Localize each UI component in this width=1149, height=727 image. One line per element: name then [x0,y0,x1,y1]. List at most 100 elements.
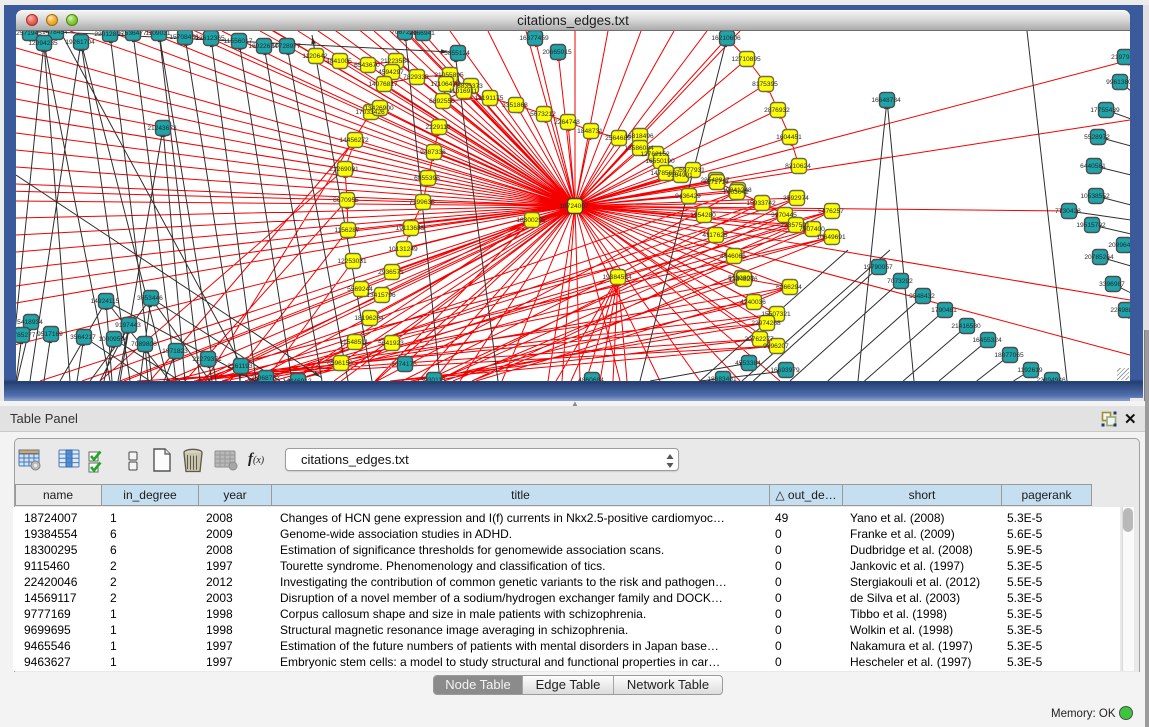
svg-text:5418934: 5418934 [17,319,43,326]
svg-text:3351868: 3351868 [502,102,528,109]
svg-text:6596150: 6596150 [327,360,353,367]
svg-text:18196204: 18196204 [354,315,384,322]
svg-text:8210624: 8210624 [785,163,811,170]
svg-text:7003042: 7003042 [723,189,749,196]
svg-text:22279371: 22279371 [192,356,222,363]
svg-text:4117625: 4117625 [702,232,728,239]
svg-text:13612365: 13612365 [195,35,225,42]
svg-text:1954280: 1954280 [690,212,716,219]
svg-text:6855396: 6855396 [414,175,440,182]
svg-text:5855124: 5855124 [444,50,470,57]
svg-text:9197443: 9197443 [115,322,141,329]
svg-text:20665015: 20665015 [542,49,572,56]
svg-text:2571945: 2571945 [16,31,42,37]
svg-text:10728977: 10728977 [271,43,301,50]
svg-text:8670955: 8670955 [333,197,359,204]
svg-text:4946066: 4946066 [720,253,746,260]
svg-text:15507321: 15507321 [761,311,791,318]
svg-text:3592974: 3592974 [783,195,809,202]
svg-text:9487336: 9487336 [420,149,446,156]
svg-text:3653446: 3653446 [137,295,163,302]
svg-text:9478454: 9478454 [42,31,68,36]
svg-text:9517169: 9517169 [37,331,63,338]
svg-text:12762152: 12762152 [640,151,670,158]
svg-text:1120642: 1120642 [302,53,328,60]
svg-text:22894946: 22894946 [1036,377,1066,381]
svg-text:8175395: 8175395 [752,81,778,88]
svg-text:7829332: 7829332 [403,74,429,81]
svg-text:19515702: 19515702 [1076,222,1106,229]
svg-text:11785277: 11785277 [16,332,36,339]
svg-text:19384554: 19384554 [602,274,632,281]
svg-text:1971823: 1971823 [162,348,188,355]
svg-text:2161193: 2161193 [227,363,253,370]
svg-text:21243673: 21243673 [147,125,177,132]
svg-text:21055895: 21055895 [434,72,464,79]
svg-text:3396987: 3396987 [1099,281,1125,288]
svg-text:12253031: 12253031 [337,258,367,265]
svg-text:20762277: 20762277 [744,336,774,343]
svg-text:2229110: 2229110 [425,124,451,131]
svg-text:19790057: 19790057 [863,264,893,271]
svg-text:14924115: 14924115 [91,298,120,305]
svg-text:9436429: 9436429 [675,193,701,200]
svg-text:13348276: 13348276 [728,276,758,283]
svg-text:17755439: 17755439 [1090,107,1120,114]
svg-text:16550190: 16550190 [645,158,675,165]
svg-text:16693979: 16693979 [770,367,800,374]
svg-text:2876932: 2876932 [764,107,790,114]
svg-text:1192619: 1192619 [1017,367,1043,374]
svg-text:9996207: 9996207 [763,343,789,350]
svg-text:6866294: 6866294 [776,284,802,291]
svg-text:14076817: 14076817 [368,81,398,88]
svg-text:3564217: 3564217 [70,334,96,341]
svg-text:18877065: 18877065 [994,352,1024,359]
svg-text:9548432: 9548432 [909,293,935,300]
svg-text:13191175: 13191175 [475,95,504,102]
svg-text:5977931: 5977931 [679,167,705,174]
svg-text:17106470: 17106470 [430,81,460,88]
svg-text:20785264: 20785264 [1084,254,1114,261]
svg-text:7089806: 7089806 [131,341,157,348]
svg-text:5641923: 5641923 [378,340,404,347]
svg-text:4553384: 4553384 [735,360,761,367]
svg-text:5476257: 5476257 [818,208,844,215]
svg-text:4594297: 4594297 [378,69,404,76]
svg-text:13415796: 13415796 [366,292,396,299]
svg-text:18724007: 18724007 [559,203,589,210]
svg-text:2264748: 2264748 [554,119,580,126]
svg-text:19261704: 19261704 [65,39,95,46]
svg-text:4860684: 4860684 [578,377,604,381]
svg-text:9961380: 9961380 [1106,79,1130,86]
svg-text:7199635: 7199635 [409,199,435,206]
svg-text:6692553: 6692553 [429,98,455,105]
svg-text:18300295: 18300295 [516,217,546,224]
svg-text:21269091: 21269091 [329,166,359,173]
svg-text:2936571: 2936571 [378,269,404,276]
svg-text:12710895: 12710895 [731,56,761,63]
svg-text:6171716: 6171716 [703,179,729,186]
svg-text:1790481: 1790481 [931,307,957,314]
svg-text:1604451: 1604451 [776,134,802,141]
svg-text:19113685: 19113685 [396,225,425,232]
svg-text:18683481: 18683481 [707,376,737,381]
svg-text:10009594: 10009594 [98,336,128,343]
svg-text:21416580: 21416580 [951,323,981,330]
svg-text:1848731: 1848731 [577,128,603,135]
svg-text:2197935: 2197935 [1111,54,1130,61]
svg-text:16210606: 16210606 [711,35,741,42]
svg-text:21223584: 21223584 [380,58,410,65]
svg-text:3030113: 3030113 [420,377,446,381]
svg-text:7730428: 7730428 [1055,208,1081,215]
svg-text:4841005: 4841005 [326,58,352,65]
svg-text:12094235: 12094235 [28,40,58,47]
svg-text:2074176: 2074176 [391,361,417,368]
svg-text:16455324: 16455324 [972,337,1002,344]
svg-text:16818496: 16818496 [624,133,654,140]
svg-text:14446912: 14446912 [282,378,312,381]
svg-text:7073292: 7073292 [887,278,913,285]
svg-text:5673212: 5673212 [530,111,556,118]
svg-text:1156287: 1156287 [334,227,360,234]
svg-text:15933742: 15933742 [746,200,776,207]
svg-text:1109031: 1109031 [145,31,171,37]
